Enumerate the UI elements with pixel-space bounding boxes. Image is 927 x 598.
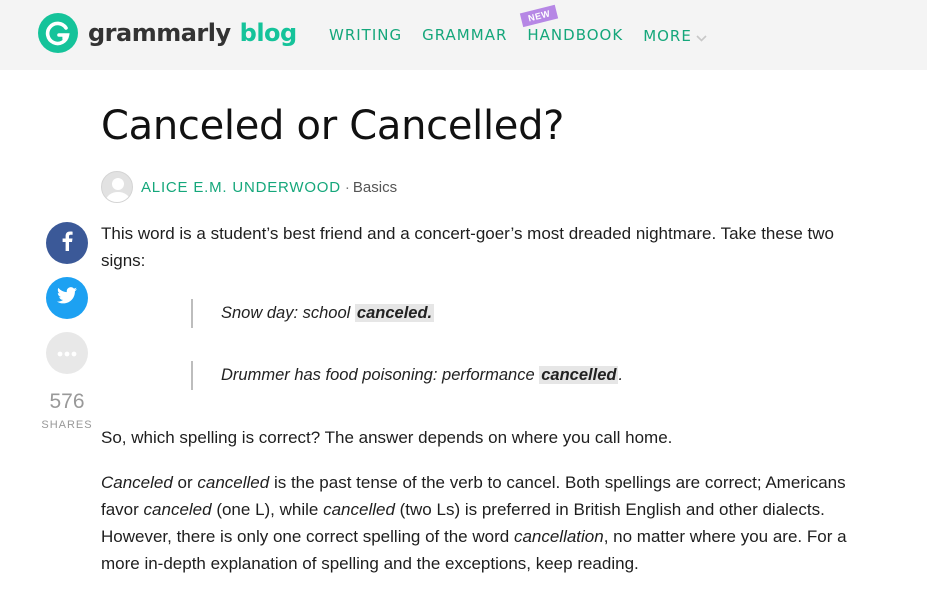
nav-grammar[interactable]: GRAMMAR xyxy=(422,26,507,46)
share-count: 576 xyxy=(49,390,85,413)
blockquote-sign-1: Snow day: school canceled. xyxy=(191,299,435,328)
quote-text: Snow day: school xyxy=(221,304,355,322)
nav-writing[interactable]: WRITING xyxy=(329,26,402,46)
site-header: grammarly blog WRITING GRAMMAR NEW HANDB… xyxy=(0,0,927,70)
quote-after: . xyxy=(618,366,624,384)
share-label: SHARES xyxy=(41,419,93,431)
intro-paragraph: This word is a student’s best friend and… xyxy=(101,224,834,270)
quote-highlight: cancelled xyxy=(539,366,619,384)
more-share-button[interactable] xyxy=(46,332,88,374)
body-text: (one L), while xyxy=(211,500,324,519)
italic-term: Canceled xyxy=(101,473,173,492)
author-link[interactable]: ALICE E.M. UNDERWOOD xyxy=(141,179,341,196)
italic-term: cancelled xyxy=(323,500,395,519)
grammarly-blog-logo[interactable]: grammarly blog xyxy=(38,13,297,53)
facebook-icon xyxy=(61,231,73,256)
italic-term: canceled xyxy=(143,500,212,519)
nav-handbook-label: HANDBOOK xyxy=(527,26,624,44)
explanation-paragraph: Canceled or cancelled is the past tense … xyxy=(101,469,871,577)
nav-more[interactable]: MORE xyxy=(643,26,707,46)
italic-term: cancellation xyxy=(513,527,604,546)
chevron-down-icon xyxy=(696,28,707,46)
main-nav: WRITING GRAMMAR NEW HANDBOOK MORE xyxy=(329,4,727,46)
quote-text: Drummer has food poisoning: performance xyxy=(221,366,540,384)
author-avatar[interactable] xyxy=(101,171,133,203)
logo-blog-text: blog xyxy=(239,19,298,47)
byline-separator: · xyxy=(344,178,350,196)
more-dots-icon xyxy=(57,344,77,362)
question-paragraph: So, which spelling is correct? The answe… xyxy=(101,428,673,447)
blockquote-sign-2: Drummer has food poisoning: performance … xyxy=(191,361,623,390)
body-text: or xyxy=(172,473,198,492)
twitter-share-button[interactable] xyxy=(46,277,88,319)
italic-term: cancelled xyxy=(197,473,270,492)
nav-more-label: MORE xyxy=(643,27,692,45)
facebook-share-button[interactable] xyxy=(46,222,88,264)
nav-handbook[interactable]: NEW HANDBOOK xyxy=(520,4,624,46)
logo-wordmark: grammarly xyxy=(88,19,231,47)
article-title: Canceled or Cancelled? xyxy=(101,103,565,149)
category-link[interactable]: Basics xyxy=(353,179,397,196)
byline: ALICE E.M. UNDERWOOD · Basics xyxy=(101,171,397,203)
new-badge: NEW xyxy=(520,4,559,28)
quote-highlight: canceled. xyxy=(354,304,435,322)
twitter-icon xyxy=(57,287,77,309)
grammarly-g-icon xyxy=(38,13,78,53)
